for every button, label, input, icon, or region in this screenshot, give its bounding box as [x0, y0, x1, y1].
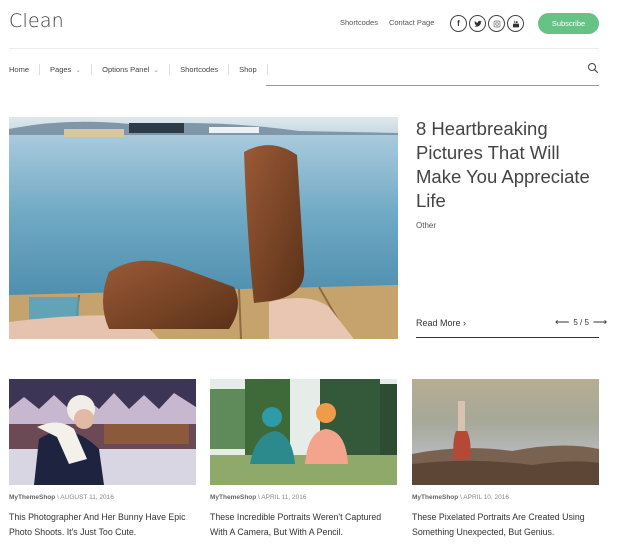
post-title[interactable]: This Photographer And Her Bunny Have Epi…: [9, 510, 196, 540]
nav-item-shop[interactable]: Shop: [229, 64, 268, 75]
post-date: APRIL 10, 2016: [463, 494, 509, 501]
social-links: f: [450, 15, 524, 32]
subscribe-button[interactable]: Subscribe: [538, 13, 599, 34]
post-author[interactable]: MyThemeShop: [412, 494, 458, 501]
post-title[interactable]: These Pixelated Portraits Are Created Us…: [412, 510, 599, 540]
nav-item-shortcodes[interactable]: Shortcodes: [170, 64, 230, 75]
post-meta: MyThemeShop \ AUGUST 11, 2016: [9, 494, 114, 501]
hero-title[interactable]: 8 Heartbreaking Pictures That Will Make …: [416, 117, 606, 213]
nav-item-label: Shop: [239, 65, 257, 74]
nav-item-home[interactable]: Home: [9, 64, 41, 75]
post-meta: MyThemeShop \ APRIL 10, 2016: [412, 494, 509, 501]
hero-photo: [9, 117, 398, 339]
post-meta: MyThemeShop \ APRIL 11, 2016: [210, 494, 307, 501]
nav-item-pages[interactable]: Pages ⌄: [40, 64, 93, 75]
search-input[interactable]: [266, 85, 599, 86]
top-link-shortcodes[interactable]: Shortcodes: [340, 18, 378, 27]
header-divider: [9, 48, 599, 49]
hero-divider: [416, 337, 599, 338]
post-date: AUGUST 11, 2016: [60, 494, 114, 501]
post-date: APRIL 11, 2016: [261, 494, 307, 501]
top-links: Shortcodes Contact Page: [340, 18, 434, 27]
slider-pager: ⟵ 5 / 5 ⟶: [555, 317, 607, 328]
post-author[interactable]: MyThemeShop: [210, 494, 256, 501]
slide-counter: 5 / 5: [573, 318, 589, 327]
nav-item-label: Options Panel: [102, 65, 150, 74]
main-nav: Home Pages ⌄ Options Panel ⌄ Shortcodes Sh…: [9, 64, 268, 75]
winter-photo: [9, 379, 196, 485]
post-thumbnail[interactable]: [210, 379, 397, 485]
post-card: MyThemeShop \ AUGUST 11, 2016 This Photo…: [9, 379, 196, 540]
read-more-link[interactable]: Read More ›: [416, 318, 466, 328]
youtube-glyph-icon: [512, 20, 519, 27]
post-title[interactable]: These Incredible Portraits Weren't Captu…: [210, 510, 397, 540]
instagram-icon[interactable]: [488, 15, 505, 32]
nav-item-label: Pages: [50, 65, 72, 74]
instagram-glyph-icon: [493, 20, 500, 27]
chevron-down-icon: ⌄: [75, 66, 82, 74]
post-card: MyThemeShop \ APRIL 10, 2016 These Pixel…: [412, 379, 599, 540]
search-icon[interactable]: [587, 62, 599, 74]
chevron-down-icon: ⌄: [153, 66, 160, 74]
youtube-icon[interactable]: [507, 15, 524, 32]
kids-photo: [210, 379, 397, 485]
hero-category[interactable]: Other: [416, 221, 436, 230]
top-link-contact-page[interactable]: Contact Page: [389, 18, 434, 27]
twitter-bird-icon: [473, 20, 482, 27]
post-thumbnail[interactable]: [9, 379, 196, 485]
post-card: MyThemeShop \ APRIL 11, 2016 These Incre…: [210, 379, 397, 540]
hero-image[interactable]: [9, 117, 398, 339]
post-thumbnail[interactable]: [412, 379, 599, 485]
nav-item-options-panel[interactable]: Options Panel ⌄: [92, 64, 171, 75]
post-author[interactable]: MyThemeShop: [9, 494, 55, 501]
nav-item-label: Home: [9, 65, 30, 74]
facebook-icon[interactable]: f: [450, 15, 467, 32]
bottle-photo: [412, 379, 599, 485]
arrow-left-icon[interactable]: ⟵: [555, 317, 569, 328]
nav-item-label: Shortcodes: [180, 65, 219, 74]
arrow-right-icon[interactable]: ⟶: [593, 317, 607, 328]
twitter-icon[interactable]: [469, 15, 486, 32]
site-logo[interactable]: Clean: [9, 10, 64, 32]
